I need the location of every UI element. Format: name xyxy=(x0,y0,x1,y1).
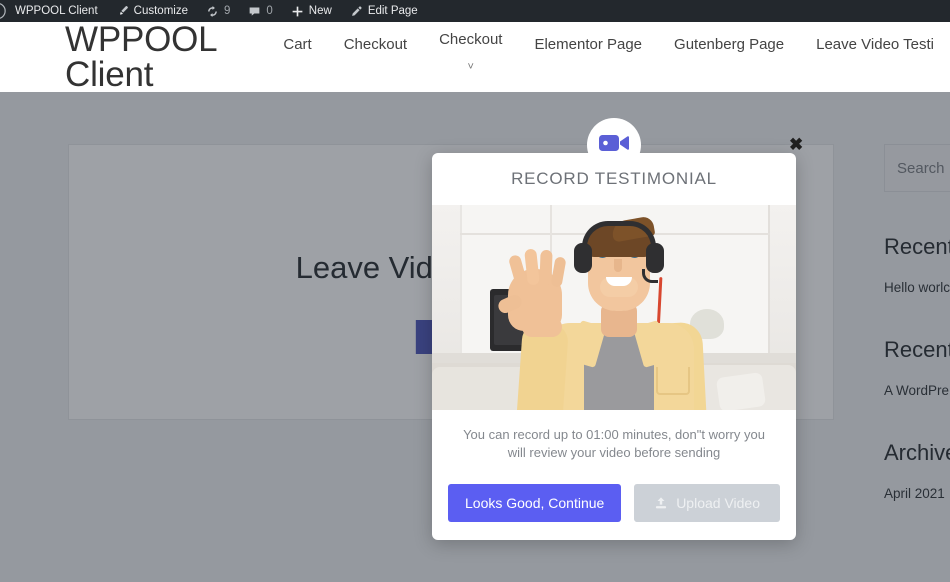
close-icon[interactable]: ✖ xyxy=(789,136,803,153)
admin-bar-updates-count: 9 xyxy=(223,5,231,17)
upload-video-button[interactable]: Upload Video xyxy=(634,483,780,522)
nav-item-label: Elementor Page xyxy=(534,36,643,53)
upload-video-label: Upload Video xyxy=(676,494,760,511)
looks-good-continue-button[interactable]: Looks Good, Continue xyxy=(448,483,622,522)
admin-bar-customize[interactable]: Customize xyxy=(107,0,197,22)
site-header: WPPOOL Client Cart Checkout Checkout ˅ E… xyxy=(0,22,950,92)
video-camera-icon xyxy=(599,132,629,159)
chevron-down-icon: ˅ xyxy=(467,61,474,73)
nav-item-label: Cart xyxy=(283,36,312,53)
admin-bar-new[interactable]: New xyxy=(282,0,341,22)
primary-navigation: Cart Checkout Checkout ˅ Elementor Page … xyxy=(267,31,950,78)
nav-item-leave-video-testimonial[interactable]: Leave Video Testi xyxy=(800,36,950,53)
admin-bar-customize-label: Customize xyxy=(133,5,188,17)
admin-bar-new-label: New xyxy=(308,5,332,17)
video-preview[interactable] xyxy=(432,205,796,410)
admin-bar-updates[interactable]: 9 xyxy=(197,0,239,22)
pencil-icon xyxy=(350,5,363,18)
nav-item-checkout-dropdown[interactable]: Checkout ˅ xyxy=(423,31,518,73)
nav-item-label: Leave Video Testi xyxy=(816,36,934,53)
admin-bar-edit-page[interactable]: Edit Page xyxy=(341,0,427,22)
admin-bar-edit-page-label: Edit Page xyxy=(367,5,418,17)
nav-item-elementor-page[interactable]: Elementor Page xyxy=(518,36,658,53)
modal-actions: Looks Good, Continue Upload Video xyxy=(448,483,780,522)
nav-item-gutenberg-page[interactable]: Gutenberg Page xyxy=(658,36,800,53)
record-testimonial-modal: RECORD TESTIMONIAL You can record up to … xyxy=(432,153,796,540)
admin-bar-comments-count: 0 xyxy=(266,5,273,17)
wp-admin-bar: WPPOOL Client Customize 9 0 New Edit Pag… xyxy=(0,0,950,22)
record-duration-note: You can record up to 01:00 minutes, don"… xyxy=(463,427,765,460)
admin-bar-site-name-label: WPPOOL Client xyxy=(15,5,98,17)
nav-item-label: Gutenberg Page xyxy=(674,36,785,53)
comment-bubble-icon xyxy=(248,5,261,18)
upload-icon xyxy=(654,496,668,510)
admin-bar-site-name[interactable]: WPPOOL Client xyxy=(6,0,107,22)
video-camera-badge xyxy=(587,118,641,172)
nav-item-checkout[interactable]: Checkout xyxy=(328,36,423,53)
nav-item-label: Checkout xyxy=(343,36,408,53)
site-title[interactable]: WPPOOL Client xyxy=(65,22,217,92)
updates-icon xyxy=(206,5,219,18)
nav-item-cart[interactable]: Cart xyxy=(267,36,327,53)
plus-icon xyxy=(291,5,304,18)
nav-item-label: Checkout xyxy=(439,31,503,48)
admin-bar-comments[interactable]: 0 xyxy=(239,0,281,22)
modal-footer: You can record up to 01:00 minutes, don"… xyxy=(432,410,796,540)
paintbrush-icon xyxy=(116,5,129,18)
